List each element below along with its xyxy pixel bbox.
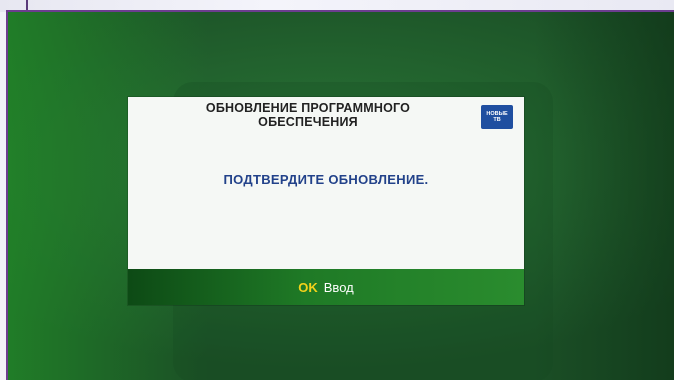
ok-key-label[interactable]: OK [298,280,318,295]
confirm-message: ПОДТВЕРДИТЕ ОБНОВЛЕНИЕ. [223,172,429,187]
dialog-title-line2: ОБЕСПЕЧЕНИЯ [258,115,358,129]
dialog-title: ОБНОВЛЕНИЕ ПРОГРАММНОГО ОБЕСПЕЧЕНИЯ [158,101,458,129]
dialog-footer: OK Ввод [128,269,524,305]
enter-action-label[interactable]: Ввод [324,280,354,295]
logo-text-line2: ТВ [493,117,501,123]
provider-logo-icon: НОВЫЕ ТВ [481,105,513,129]
window-edge [26,0,28,10]
background-shade [534,12,674,380]
dialog-title-line1: ОБНОВЛЕНИЕ ПРОГРАММНОГО [205,101,411,115]
update-confirm-dialog: ОБНОВЛЕНИЕ ПРОГРАММНОГО ОБЕСПЕЧЕНИЯ НОВЫ… [128,97,524,305]
